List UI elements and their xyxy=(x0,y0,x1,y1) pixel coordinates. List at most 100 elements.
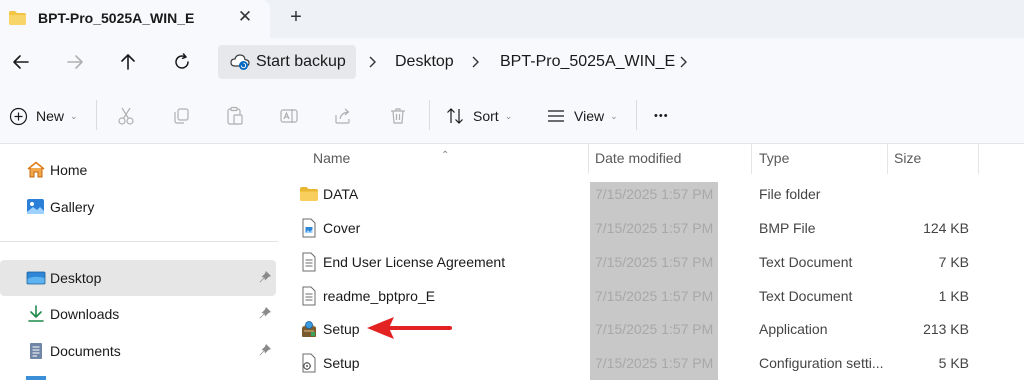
file-size: 213 KB xyxy=(923,321,969,337)
sort-label: Sort xyxy=(473,108,499,124)
column-header-label: Date modified xyxy=(595,150,682,166)
start-backup-button[interactable]: Start backup xyxy=(218,45,356,79)
divider xyxy=(429,100,430,130)
new-button[interactable]: New ⌄ xyxy=(9,104,78,128)
home-icon xyxy=(27,161,45,178)
breadcrumb-desktop[interactable]: Desktop xyxy=(395,53,454,71)
file-name: Cover xyxy=(323,220,361,236)
paste-button[interactable] xyxy=(225,104,245,128)
file-size: 5 KB xyxy=(938,355,969,371)
scissors-icon xyxy=(118,107,134,125)
sidebar-item-gallery[interactable]: Gallery xyxy=(0,189,276,225)
sidebar-item-label: Desktop xyxy=(50,270,102,286)
sidebar-item-label: Gallery xyxy=(50,199,95,215)
gallery-icon xyxy=(27,199,44,214)
file-name: Setup xyxy=(323,321,360,337)
back-button[interactable] xyxy=(8,49,34,75)
file-type: Text Document xyxy=(759,288,853,304)
divider xyxy=(0,241,278,242)
cloud-backup-icon xyxy=(230,54,250,70)
file-size: 124 KB xyxy=(923,220,969,236)
column-header-type[interactable]: Type xyxy=(752,144,887,174)
text-file-icon xyxy=(302,252,316,272)
partial-sidebar-item xyxy=(26,376,46,380)
new-label: New xyxy=(36,108,65,124)
refresh-icon xyxy=(175,53,189,69)
rename-icon xyxy=(280,109,298,123)
copy-button[interactable] xyxy=(171,104,191,128)
sidebar-item-documents[interactable]: Documents xyxy=(0,333,276,369)
breadcrumb-current-folder[interactable]: BPT-Pro_5025A_WIN_E xyxy=(500,53,675,71)
chevron-right-icon[interactable] xyxy=(366,54,378,70)
chevron-right-icon[interactable] xyxy=(677,54,689,70)
file-name: Setup xyxy=(323,355,360,371)
file-row-eula[interactable]: End User License Agreement 7/15/2025 1:5… xyxy=(278,245,1024,279)
tab-bar: BPT-Pro_5025A_WIN_E ✕ + xyxy=(0,0,1024,38)
chevron-right-icon[interactable] xyxy=(469,54,481,70)
documents-icon xyxy=(30,343,42,359)
file-date: 7/15/2025 1:57 PM xyxy=(595,254,714,270)
file-date: 7/15/2025 1:57 PM xyxy=(595,186,714,202)
chevron-down-icon: ⌄ xyxy=(70,110,78,121)
sort-button[interactable]: Sort ⌄ xyxy=(445,104,512,128)
sort-ascending-icon: ⌃ xyxy=(441,150,450,161)
delete-button[interactable] xyxy=(388,104,408,128)
config-file-icon xyxy=(302,353,316,373)
list-view-icon xyxy=(548,110,564,122)
forward-button[interactable] xyxy=(62,49,88,75)
divider xyxy=(636,100,637,130)
rename-button[interactable] xyxy=(279,104,299,128)
share-button[interactable] xyxy=(333,104,353,128)
navigation-bar: Start backup Desktop BPT-Pro_5025A_WIN_E xyxy=(0,38,1024,86)
pin-icon[interactable] xyxy=(258,306,272,320)
address-bar[interactable]: Start backup Desktop BPT-Pro_5025A_WIN_E xyxy=(218,45,1024,79)
sidebar-item-label: Downloads xyxy=(50,306,120,322)
view-button[interactable]: View ⌄ xyxy=(546,104,618,128)
text-file-icon xyxy=(302,286,316,306)
file-size: 7 KB xyxy=(938,254,969,270)
file-row-data[interactable]: DATA 7/15/2025 1:57 PM File folder xyxy=(278,177,1024,211)
column-header-date[interactable]: Date modified xyxy=(589,144,751,174)
image-file-icon xyxy=(302,218,316,238)
tab-current-folder[interactable]: BPT-Pro_5025A_WIN_E ✕ xyxy=(0,0,270,38)
file-row-readme[interactable]: readme_bptpro_E 7/15/2025 1:57 PM Text D… xyxy=(278,279,1024,313)
column-header-name[interactable]: ⌃ Name xyxy=(278,144,588,174)
pin-icon[interactable] xyxy=(258,270,272,284)
command-bar: New ⌄ Sort ⌄ View ⌄ ••• xyxy=(0,86,1024,144)
column-divider[interactable] xyxy=(978,144,979,174)
sidebar-item-downloads[interactable]: Downloads xyxy=(0,296,276,332)
cut-button[interactable] xyxy=(116,104,136,128)
trash-icon xyxy=(391,108,405,124)
arrow-up-icon xyxy=(121,54,135,70)
new-tab-button[interactable]: + xyxy=(286,7,306,27)
file-size: 1 KB xyxy=(938,288,969,304)
column-header-label: Size xyxy=(894,150,922,166)
annotation-arrow-icon xyxy=(367,317,452,339)
pin-icon[interactable] xyxy=(258,343,272,357)
file-name: DATA xyxy=(323,186,359,202)
sidebar-item-home[interactable]: Home xyxy=(0,152,276,188)
file-row-cover[interactable]: Cover 7/15/2025 1:57 PM BMP File 124 KB xyxy=(278,211,1024,245)
sidebar-item-desktop[interactable]: Desktop xyxy=(0,260,276,296)
file-type: Application xyxy=(759,321,828,337)
column-header-size[interactable]: Size xyxy=(888,144,978,174)
download-icon xyxy=(28,305,44,322)
file-name: End User License Agreement xyxy=(323,254,506,270)
view-label: View xyxy=(574,108,605,124)
folder-icon xyxy=(9,11,26,25)
file-name: readme_bptpro_E xyxy=(323,288,436,304)
refresh-button[interactable] xyxy=(169,49,195,75)
file-row-setup-config[interactable]: Setup 7/15/2025 1:57 PM Configuration se… xyxy=(278,346,1024,380)
clipboard-icon xyxy=(227,106,243,125)
file-date: 7/15/2025 1:57 PM xyxy=(595,288,714,304)
divider xyxy=(96,100,97,130)
column-header-label: Type xyxy=(759,150,790,166)
tab-title: BPT-Pro_5025A_WIN_E xyxy=(38,10,195,26)
more-options-button[interactable]: ••• xyxy=(654,104,669,128)
up-button[interactable] xyxy=(115,49,141,75)
navigation-pane: Home Gallery Desktop Downloads Documents xyxy=(0,144,278,380)
share-icon xyxy=(335,108,350,124)
installer-icon xyxy=(302,321,316,337)
close-icon[interactable]: ✕ xyxy=(236,8,254,26)
file-date: 7/15/2025 1:57 PM xyxy=(595,355,714,371)
